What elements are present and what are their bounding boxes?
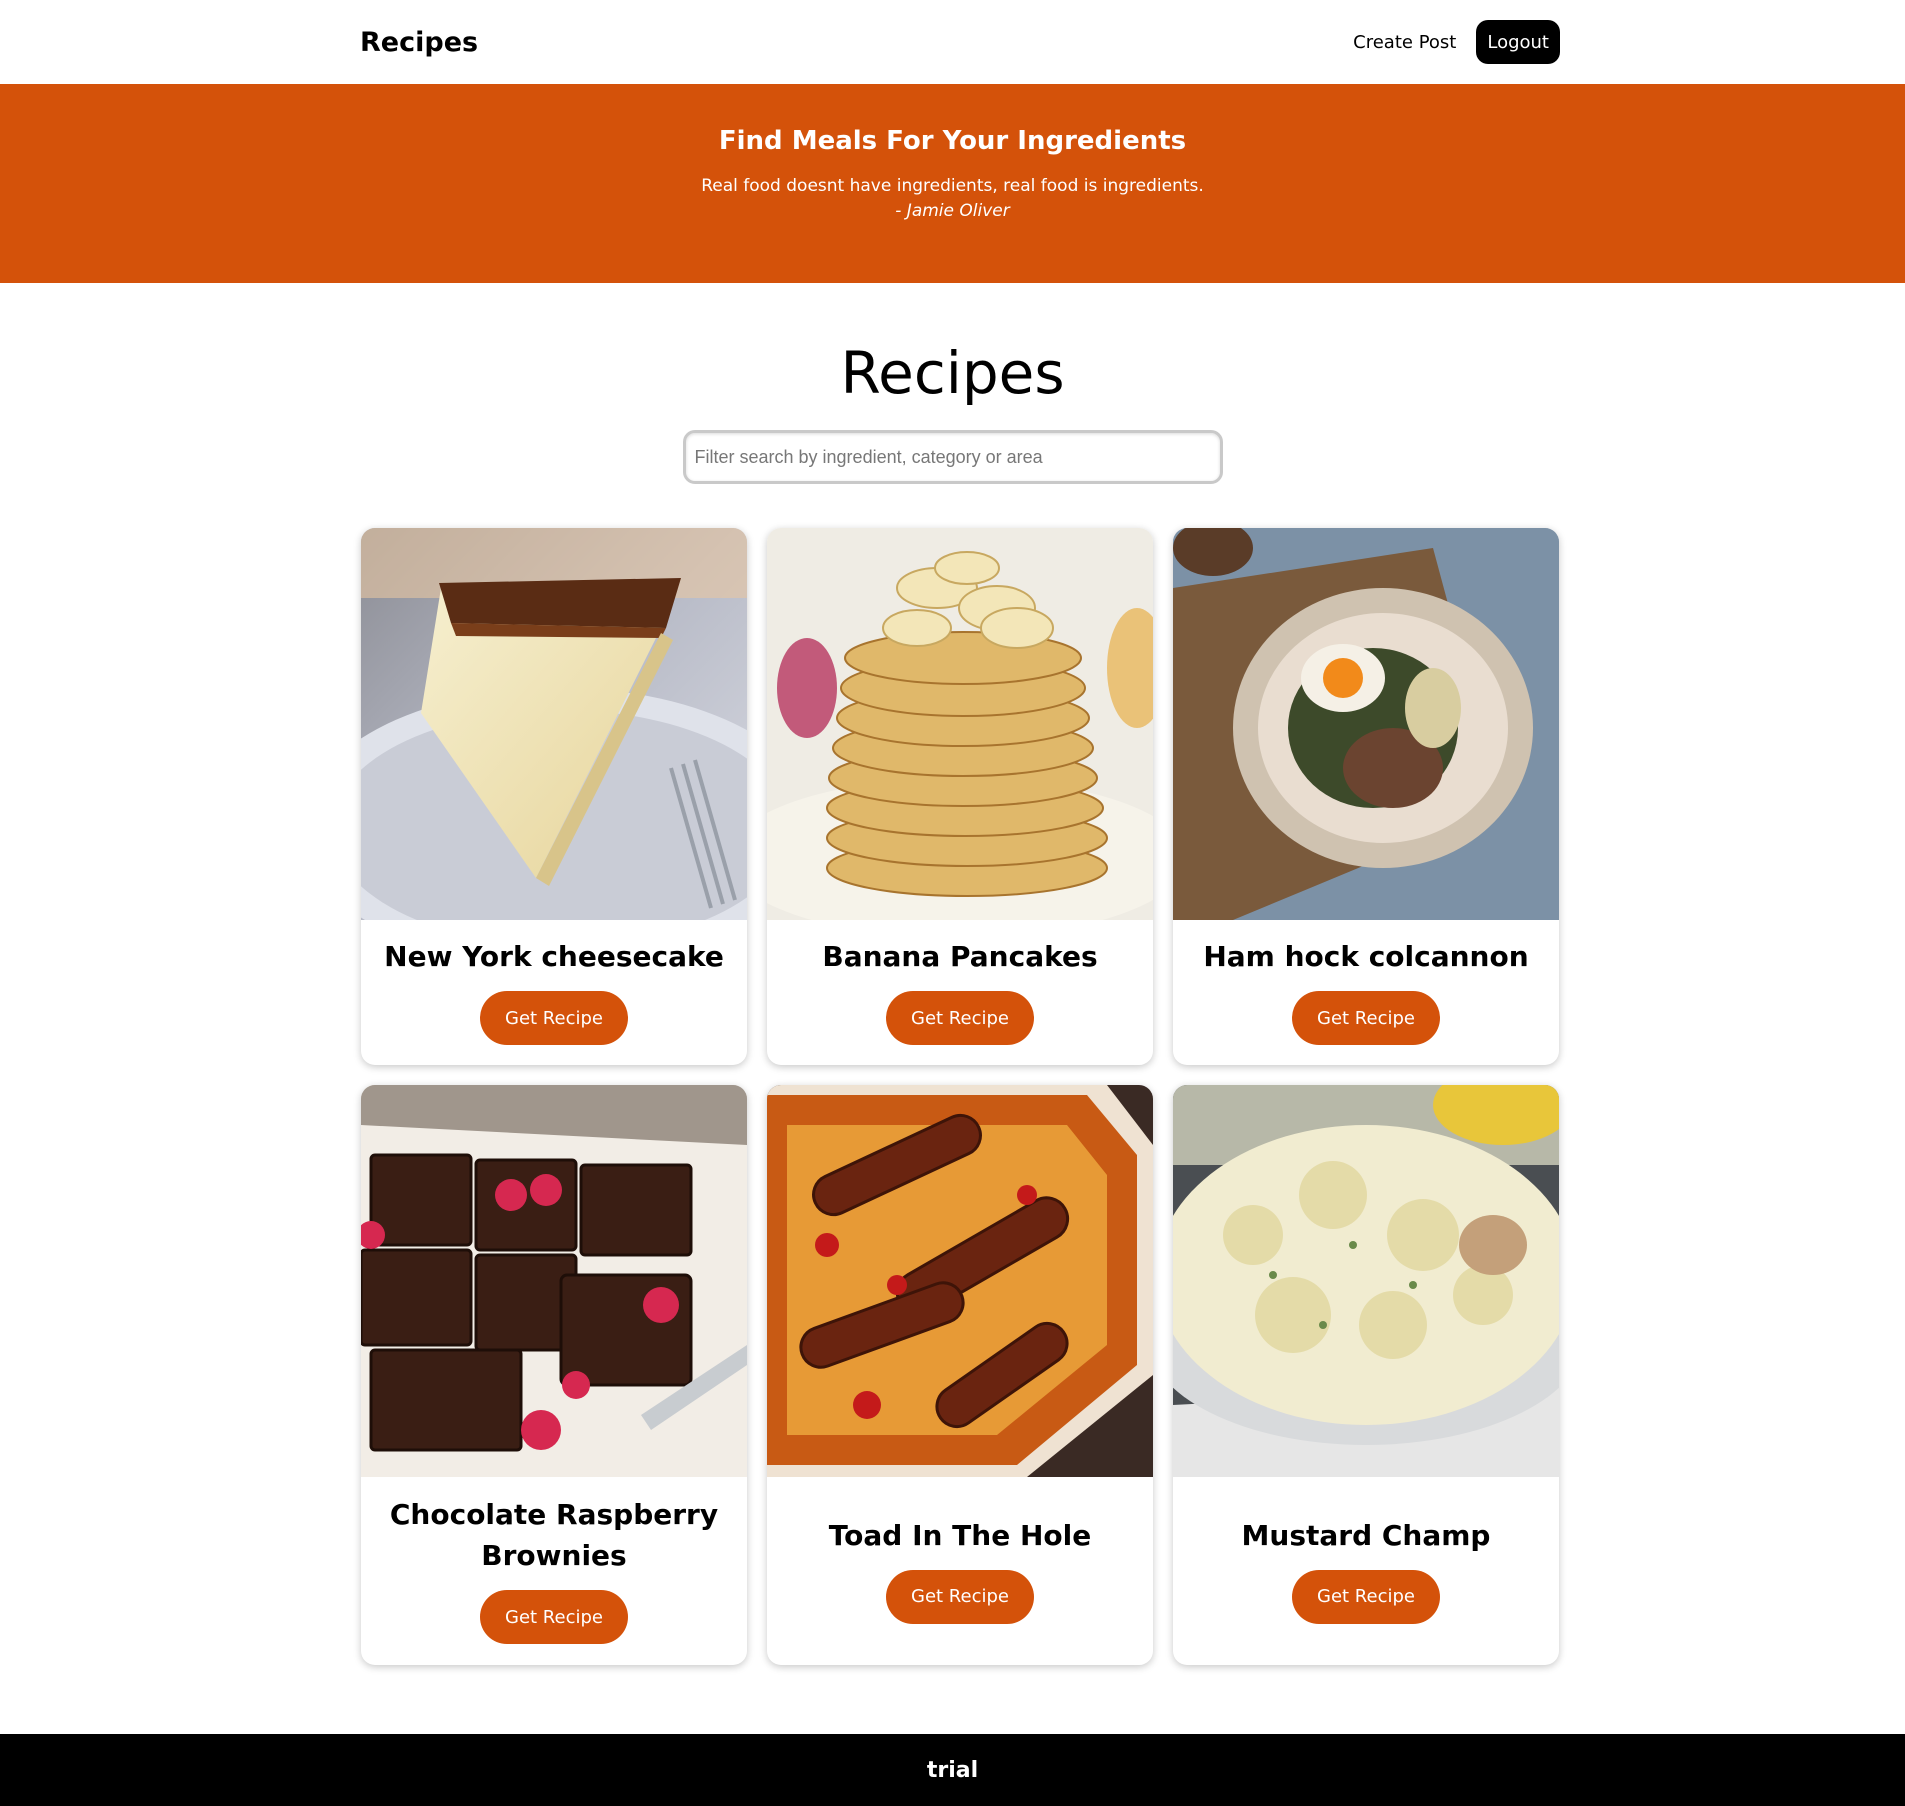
search-wrapper xyxy=(0,430,1905,484)
recipe-card-body: Banana Pancakes Get Recipe xyxy=(767,920,1153,1065)
recipe-card: Mustard Champ Get Recipe xyxy=(1173,1085,1559,1665)
create-post-link[interactable]: Create Post xyxy=(1353,32,1456,53)
recipe-card: Banana Pancakes Get Recipe xyxy=(767,528,1153,1065)
recipe-card: Chocolate Raspberry Brownies Get Recipe xyxy=(361,1085,747,1665)
hero-quote-author: - Jamie Oliver xyxy=(895,201,1010,221)
navbar-inner: Recipes Create Post Logout xyxy=(360,0,1560,84)
recipe-card: Ham hock colcannon Get Recipe xyxy=(1173,528,1559,1065)
recipe-title: Banana Pancakes xyxy=(822,940,1098,973)
toad-in-the-hole-photo[interactable] xyxy=(767,1085,1153,1477)
navbar: Recipes Create Post Logout xyxy=(0,0,1905,84)
brownies-photo[interactable] xyxy=(361,1085,747,1477)
get-recipe-button[interactable]: Get Recipe xyxy=(886,991,1034,1045)
recipe-title: Mustard Champ xyxy=(1241,1518,1491,1552)
page-title: Recipes xyxy=(840,339,1065,407)
footer-text: trial xyxy=(926,1757,979,1783)
recipe-card-body: Mustard Champ Get Recipe xyxy=(1173,1477,1559,1665)
pancakes-photo[interactable] xyxy=(767,528,1153,920)
logout-button[interactable]: Logout xyxy=(1476,20,1560,64)
recipe-title: New York cheesecake xyxy=(384,940,724,973)
hero-quote: Real food doesnt have ingredients, real … xyxy=(701,176,1204,196)
recipe-title: Chocolate Raspberry Brownies xyxy=(389,1498,719,1572)
get-recipe-button[interactable]: Get Recipe xyxy=(1292,991,1440,1045)
recipe-card-body: Toad In The Hole Get Recipe xyxy=(767,1477,1153,1665)
brand-link[interactable]: Recipes xyxy=(360,27,478,58)
nav-actions: Create Post Logout xyxy=(1353,20,1560,64)
recipe-title: Ham hock colcannon xyxy=(1203,940,1529,973)
colcannon-photo[interactable] xyxy=(1173,528,1559,920)
recipe-card-body: Chocolate Raspberry Brownies Get Recipe xyxy=(361,1477,747,1665)
get-recipe-button[interactable]: Get Recipe xyxy=(480,991,628,1045)
recipe-card-body: New York cheesecake Get Recipe xyxy=(361,920,747,1065)
recipe-grid: New York cheesecake Get Recipe Banana Pa… xyxy=(361,528,1559,1665)
mustard-champ-photo[interactable] xyxy=(1173,1085,1559,1477)
get-recipe-button[interactable]: Get Recipe xyxy=(480,1590,628,1644)
recipe-card: Toad In The Hole Get Recipe xyxy=(767,1085,1153,1665)
hero-title: Find Meals For Your Ingredients xyxy=(718,126,1187,156)
recipe-card: New York cheesecake Get Recipe xyxy=(361,528,747,1065)
search-input[interactable] xyxy=(682,430,1223,484)
main-content: Recipes xyxy=(0,283,1905,484)
footer: trial xyxy=(0,1734,1905,1806)
get-recipe-button[interactable]: Get Recipe xyxy=(886,1569,1034,1624)
recipe-title: Toad In The Hole xyxy=(828,1518,1092,1552)
get-recipe-button[interactable]: Get Recipe xyxy=(1292,1569,1440,1624)
recipe-card-body: Ham hock colcannon Get Recipe xyxy=(1173,920,1559,1065)
cheesecake-photo[interactable] xyxy=(361,528,747,920)
hero-banner: Find Meals For Your Ingredients Real foo… xyxy=(0,84,1905,283)
